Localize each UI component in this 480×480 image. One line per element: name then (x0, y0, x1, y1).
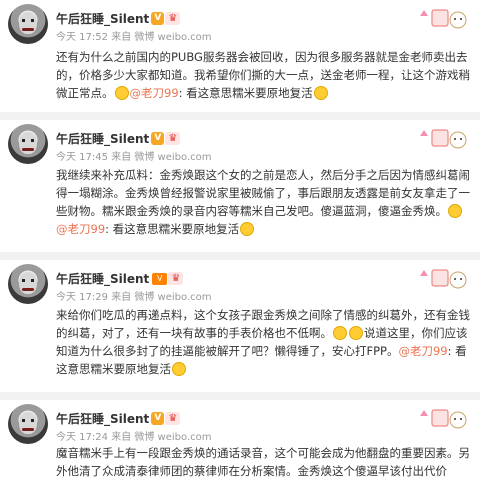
post-content: 魔音糯米手上有一段跟金秀焕的通话录音，这个可能会成为他翻盘的重要因素。另外他清了… (56, 444, 472, 480)
post-time: 今天 17:24 (56, 432, 108, 443)
username[interactable]: 午后狂睡_Silent (56, 272, 149, 286)
member-badge-icon: ♛ (165, 132, 181, 145)
post-meta: 今天 17:29 来自 微博 weibo.com (56, 288, 212, 303)
post-source[interactable]: 微博 weibo.com (134, 292, 211, 303)
cartoon-decoration-icon (420, 409, 467, 429)
verified-badge-icon: V (151, 412, 165, 425)
avatar[interactable] (8, 124, 48, 164)
source-prefix: 来自 (111, 32, 132, 43)
post-text: 我继续来补充瓜料：金秀焕跟这个女的之前是恋人，然后分手之后因为情感纠葛闹得一塌糊… (56, 168, 470, 218)
mention-link[interactable]: @老刀99 (56, 222, 105, 236)
post-source[interactable]: 微博 weibo.com (134, 432, 211, 443)
username[interactable]: 午后狂睡_Silent (56, 12, 149, 26)
smile-emoji-icon (349, 326, 363, 340)
weibo-post: 午后狂睡_Silent V ♛ 今天 17:52 来自 微博 weibo.com 还… (0, 0, 480, 112)
post-content: 还有为什么之前国内的PUBG服务器会被回收，因为很多服务器就是金老师卖出去的，价… (56, 48, 472, 102)
post-time: 今天 17:45 (56, 152, 108, 163)
post-meta: 今天 17:45 来自 微博 weibo.com (56, 148, 212, 163)
post-time: 今天 17:29 (56, 292, 108, 303)
username[interactable]: 午后狂睡_Silent (56, 412, 149, 426)
grin-emoji-icon (313, 86, 328, 100)
post-content: 来给你们吃瓜的再递点料，这个女孩子跟金秀焕之间除了情感的纠葛外，还有金钱的纠葛，… (56, 306, 472, 378)
post-divider (0, 392, 480, 400)
weibo-post: 午后狂睡_Silent V ♛ 今天 17:24 来自 微博 weibo.com 魔… (0, 400, 480, 480)
cartoon-decoration-icon (420, 269, 467, 289)
grin-emoji-icon (240, 222, 255, 236)
source-prefix: 来自 (111, 152, 132, 163)
avatar[interactable] (8, 264, 48, 304)
member-badge-icon: ♛ (168, 272, 184, 285)
mention-link[interactable]: @老刀99 (130, 86, 179, 100)
post-time: 今天 17:52 (56, 32, 108, 43)
mention-link[interactable]: @老刀99 (398, 344, 447, 358)
post-divider (0, 252, 480, 260)
smile-emoji-icon (114, 86, 129, 100)
source-prefix: 来自 (111, 292, 132, 303)
cartoon-decoration-icon (420, 129, 467, 149)
post-source[interactable]: 微博 weibo.com (134, 152, 211, 163)
vip-badge-icon: V (152, 272, 168, 285)
quote-text: : 看这意思糯米要原地复活 (105, 222, 240, 236)
weibo-post: 午后狂睡_Silent V ♛ 今天 17:29 来自 微博 weibo.com 来… (0, 260, 480, 392)
weibo-post: 午后狂睡_Silent V ♛ 今天 17:45 来自 微博 weibo.com 我… (0, 120, 480, 258)
post-divider (0, 112, 480, 120)
post-content: 我继续来补充瓜料：金秀焕跟这个女的之前是恋人，然后分手之后因为情感纠葛闹得一塌糊… (56, 166, 472, 238)
avatar[interactable] (8, 404, 48, 444)
smile-emoji-icon (448, 204, 462, 218)
member-badge-icon: ♛ (165, 412, 181, 425)
grin-emoji-icon (172, 362, 186, 376)
cartoon-decoration-icon (420, 9, 467, 29)
verified-badge-icon: V (151, 12, 165, 25)
post-meta: 今天 17:52 来自 微博 weibo.com (56, 28, 212, 43)
verified-badge-icon: V (151, 132, 165, 145)
member-badge-icon: ♛ (165, 12, 181, 25)
post-source[interactable]: 微博 weibo.com (134, 32, 211, 43)
post-text: 魔音糯米手上有一段跟金秀焕的通话录音，这个可能会成为他翻盘的重要因素。另外他清了… (56, 446, 470, 478)
username[interactable]: 午后狂睡_Silent (56, 132, 149, 146)
post-meta: 今天 17:24 来自 微博 weibo.com (56, 428, 212, 443)
quote-text: : 看这意思糯米要原地复活 (178, 86, 313, 100)
avatar[interactable] (8, 4, 48, 44)
smile-emoji-icon (333, 326, 347, 340)
source-prefix: 来自 (111, 432, 132, 443)
